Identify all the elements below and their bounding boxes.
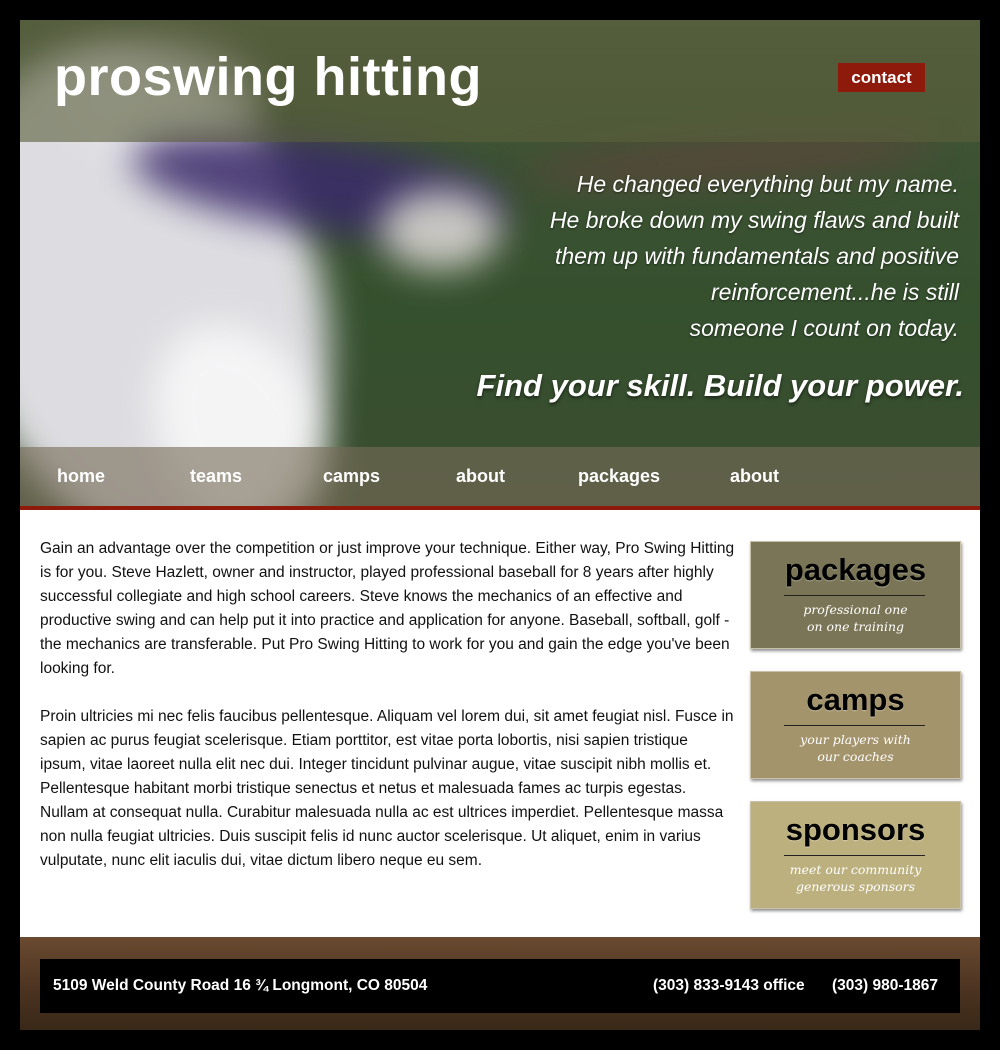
card-subtitle: meet our community generous sponsors: [789, 862, 922, 894]
page-frame: proswing hitting contact He changed ever…: [20, 20, 980, 1030]
nav-item-teams[interactable]: teams: [190, 447, 242, 506]
intro-paragraph: Gain an advantage over the competition o…: [40, 540, 735, 677]
main-nav: home teams camps about packages about: [20, 447, 980, 506]
quote-line: reinforcement...he is still: [711, 279, 959, 305]
nav-item-about[interactable]: about: [456, 447, 505, 506]
card-divider: [784, 855, 925, 856]
testimonial-quote: He changed everything but my name. He br…: [439, 166, 959, 346]
footer: 5109 Weld County Road 16 ¾ Longmont, CO …: [20, 937, 980, 1030]
nav-divider: [20, 506, 980, 510]
body-paragraph: Proin ultricies mi nec felis faucibus pe…: [40, 708, 734, 869]
contact-button[interactable]: contact: [838, 63, 925, 92]
sponsors-card[interactable]: sponsors meet our community generous spo…: [750, 801, 961, 909]
nav-item-packages[interactable]: packages: [578, 447, 660, 506]
card-subtitle: your players with our coaches: [800, 732, 911, 764]
nav-item-about-2[interactable]: about: [730, 447, 779, 506]
footer-phone-office[interactable]: (303) 833-9143 office: [653, 959, 805, 1013]
header-bar: proswing hitting contact: [20, 20, 980, 142]
card-divider: [784, 725, 925, 726]
hero-banner: proswing hitting contact He changed ever…: [20, 20, 980, 506]
card-divider: [784, 595, 925, 596]
quote-line: He changed everything but my name.: [576, 171, 959, 197]
card-title: sponsors: [785, 812, 926, 847]
main-content: Gain an advantage over the competition o…: [40, 537, 735, 897]
card-title: packages: [784, 552, 927, 587]
quote-line: He broke down my swing flaws and built: [549, 207, 959, 233]
hero-tagline: Find your skill. Build your power.: [476, 368, 964, 403]
card-title: camps: [806, 682, 905, 717]
quote-line: them up with fundamentals and positive: [554, 243, 959, 269]
quote-line: someone I count on today.: [689, 315, 959, 341]
nav-item-home[interactable]: home: [57, 447, 105, 506]
site-title[interactable]: proswing hitting: [54, 46, 482, 108]
card-subtitle: professional one on one training: [803, 602, 908, 634]
footer-phone-other[interactable]: (303) 980-1867: [832, 959, 938, 1013]
packages-card[interactable]: packages professional one on one trainin…: [750, 541, 961, 649]
footer-bar: 5109 Weld County Road 16 ¾ Longmont, CO …: [40, 959, 960, 1013]
camps-card[interactable]: camps your players with our coaches: [750, 671, 961, 779]
footer-address: 5109 Weld County Road 16 ¾ Longmont, CO …: [53, 977, 428, 994]
nav-item-camps[interactable]: camps: [323, 447, 380, 506]
